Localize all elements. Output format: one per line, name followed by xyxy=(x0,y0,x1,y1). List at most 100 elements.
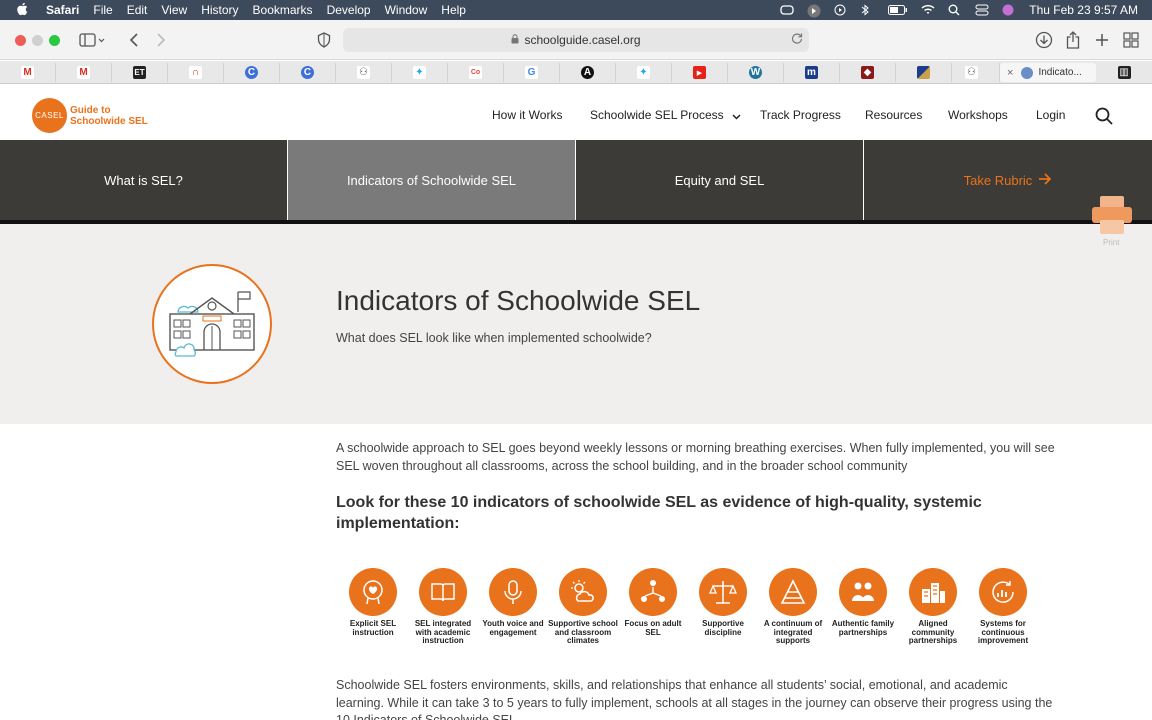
address-bar[interactable]: schoolguide.casel.org xyxy=(343,28,809,52)
section-tabs: What is SEL? Indicators of Schoolwide SE… xyxy=(0,140,1152,220)
favorite-building[interactable]: ▥ xyxy=(1096,63,1152,82)
logo-text[interactable]: Guide to Schoolwide SEL xyxy=(70,105,148,127)
nav-track-progress[interactable]: Track Progress xyxy=(760,108,841,122)
menu-edit[interactable]: Edit xyxy=(127,3,148,17)
gmail-icon: M xyxy=(21,66,34,79)
favorite-people-2[interactable]: ⚇ xyxy=(944,63,1000,82)
back-icon[interactable] xyxy=(124,30,144,50)
tab-label: Take Rubric xyxy=(963,172,1033,188)
tab-indicators[interactable]: Indicators of Schoolwide SEL xyxy=(288,140,576,220)
print-label[interactable]: Print xyxy=(1103,238,1119,247)
favorite-people[interactable]: ⚇ xyxy=(336,63,392,82)
indicator-label: Youth voice and engagement xyxy=(482,619,544,637)
active-tab[interactable]: × Indicato... xyxy=(1000,63,1096,82)
downloads-icon[interactable] xyxy=(1034,30,1054,50)
indicator-explicit-sel: Explicit SEL instruction xyxy=(338,568,408,637)
control-center-icon[interactable] xyxy=(975,4,989,16)
indicator-label: Systems for continuous improvement xyxy=(977,619,1029,645)
nav-how-it-works[interactable]: How it Works xyxy=(492,108,562,122)
nav-label: Schoolwide SEL Process xyxy=(590,108,724,122)
school-illustration-icon xyxy=(152,264,272,384)
nav-login[interactable]: Login xyxy=(1036,108,1065,122)
tab-overview-icon[interactable] xyxy=(1121,30,1141,50)
microphone-icon xyxy=(489,568,537,616)
pyramid-icon xyxy=(769,568,817,616)
city-buildings-icon xyxy=(909,568,957,616)
browser-toolbar: schoolguide.casel.org xyxy=(0,20,1152,60)
minimize-window-button[interactable] xyxy=(32,35,43,46)
close-window-button[interactable] xyxy=(15,35,26,46)
menu-help[interactable]: Help xyxy=(441,3,466,17)
favorite-c-2[interactable]: C xyxy=(280,63,336,82)
favorite-twitter-2[interactable]: ✦ xyxy=(616,63,672,82)
share-icon[interactable] xyxy=(1063,30,1083,50)
menubar-clock[interactable]: Thu Feb 23 9:57 AM xyxy=(1029,3,1138,17)
privacy-shield-icon[interactable] xyxy=(314,30,334,50)
logo-mark: CASEL xyxy=(35,111,64,120)
family-icon xyxy=(839,568,887,616)
menu-develop[interactable]: Develop xyxy=(327,3,371,17)
menu-history[interactable]: History xyxy=(201,3,238,17)
chevron-down-icon xyxy=(732,109,741,123)
favorite-et[interactable]: ET xyxy=(112,63,168,82)
print-icon[interactable] xyxy=(1092,196,1132,234)
tab-equity-and-sel[interactable]: Equity and SEL xyxy=(576,140,864,220)
favorite-gmail[interactable]: M xyxy=(0,63,56,82)
menu-file[interactable]: File xyxy=(93,3,112,17)
search-icon[interactable] xyxy=(1095,107,1113,125)
indicator-supportive-discipline: Supportive discipline xyxy=(688,568,758,637)
c-icon: C xyxy=(245,66,258,79)
closing-paragraph: Schoolwide SEL fosters environments, ski… xyxy=(336,678,1053,720)
casel-logo[interactable]: CASEL xyxy=(32,98,67,133)
people-network-icon xyxy=(629,568,677,616)
url-text: schoolguide.casel.org xyxy=(524,33,641,47)
favorites-bar: M M ET ∩ C C ⚇ ✦ Co G A ✦ ▶ W m ◆ ⚇ × In… xyxy=(0,61,1152,84)
favorite-twitter[interactable]: ✦ xyxy=(392,63,448,82)
favorite-arc[interactable]: ∩ xyxy=(168,63,224,82)
nav-schoolwide-sel-process[interactable]: Schoolwide SEL Process xyxy=(590,108,741,123)
spotlight-search-icon[interactable] xyxy=(948,4,962,16)
media-control-icon[interactable] xyxy=(807,4,821,18)
forward-icon[interactable] xyxy=(151,30,171,50)
sidebar-toggle-icon[interactable] xyxy=(77,30,107,50)
cloud-sync-icon[interactable] xyxy=(780,4,794,16)
apple-icon[interactable] xyxy=(16,2,32,19)
favorite-m[interactable]: m xyxy=(784,63,840,82)
favorite-shield[interactable]: ◆ xyxy=(840,63,896,82)
heart-head-icon xyxy=(349,568,397,616)
favorite-google[interactable]: G xyxy=(504,63,560,82)
indicator-label: A continuum of integrated supports xyxy=(763,619,823,645)
menu-bookmarks[interactable]: Bookmarks xyxy=(253,3,313,17)
m-icon: m xyxy=(805,66,818,79)
favorite-a[interactable]: A xyxy=(560,63,616,82)
bluetooth-icon[interactable] xyxy=(861,4,875,16)
cycle-chart-icon xyxy=(979,568,1027,616)
reload-icon[interactable] xyxy=(791,32,803,47)
menu-safari[interactable]: Safari xyxy=(46,3,79,17)
indicator-youth-voice: Youth voice and engagement xyxy=(478,568,548,637)
twitter-icon: ✦ xyxy=(413,66,426,79)
tab-what-is-sel[interactable]: What is SEL? xyxy=(0,140,288,220)
indicator-supportive-climates: Supportive school and classroom climates xyxy=(548,568,618,646)
favorite-wordpress[interactable]: W xyxy=(728,63,784,82)
favorite-c[interactable]: C xyxy=(224,63,280,82)
play-icon[interactable] xyxy=(834,4,848,16)
people-icon: ⚇ xyxy=(965,66,978,79)
zoom-window-button[interactable] xyxy=(49,35,60,46)
logo-line-2: Schoolwide SEL xyxy=(70,116,148,127)
menu-view[interactable]: View xyxy=(161,3,187,17)
arrow-right-icon xyxy=(1038,172,1052,189)
wifi-icon[interactable] xyxy=(921,4,935,16)
menu-window[interactable]: Window xyxy=(385,3,428,17)
close-tab-icon[interactable]: × xyxy=(1007,67,1013,79)
favorite-youtube[interactable]: ▶ xyxy=(672,63,728,82)
indicator-sel-integrated: SEL integrated with academic instruction xyxy=(408,568,478,646)
nav-workshops[interactable]: Workshops xyxy=(948,108,1008,122)
siri-icon[interactable] xyxy=(1002,4,1016,16)
favorite-gmail-2[interactable]: M xyxy=(56,63,112,82)
nav-resources[interactable]: Resources xyxy=(865,108,922,122)
favorite-site[interactable]: Co xyxy=(448,63,504,82)
battery-icon[interactable] xyxy=(888,4,908,16)
indicator-label: Supportive discipline xyxy=(702,619,744,637)
new-tab-icon[interactable] xyxy=(1092,30,1112,50)
